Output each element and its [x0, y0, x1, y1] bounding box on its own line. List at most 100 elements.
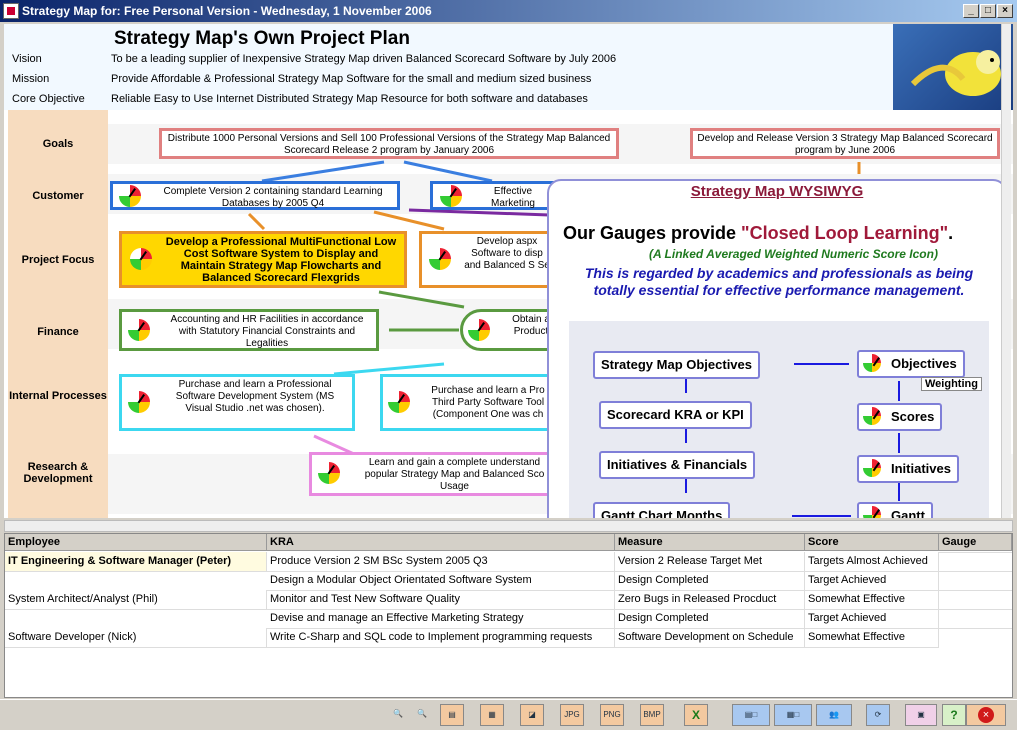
- loop-box-gauge-initiatives-label: Initiatives: [891, 461, 951, 476]
- objective-goal1[interactable]: Distribute 1000 Personal Versions and Se…: [159, 128, 619, 159]
- col-header-employee[interactable]: Employee: [5, 534, 267, 551]
- gauge-icon: [130, 248, 152, 270]
- loop-box-kra: Scorecard KRA or KPI: [599, 401, 752, 429]
- table-cell-score[interactable]: Target Achieved: [805, 609, 939, 629]
- help-button[interactable]: ?: [942, 704, 966, 726]
- strategy-map-canvas: Strategy Map's Own Project Plan Vision T…: [4, 24, 1013, 518]
- table-cell-kra[interactable]: Produce Version 2 SM BSc System 2005 Q3: [267, 552, 615, 572]
- refresh-icon[interactable]: ⟳: [866, 704, 890, 726]
- loop-box-gauge-gantt-label: Gantt: [891, 508, 925, 518]
- export-excel-icon[interactable]: X: [684, 704, 708, 726]
- gauge-icon: [863, 506, 881, 518]
- table-cell-kra[interactable]: Design a Modular Object Orientated Softw…: [267, 571, 615, 591]
- table-cell-score[interactable]: Somewhat Effective: [805, 628, 939, 648]
- wysiwyg-callout: Strategy Map WYSIWYG Our Gauges provide …: [547, 179, 1007, 518]
- canvas-scrollbar[interactable]: [1001, 24, 1011, 518]
- weighting-label: Weighting: [921, 377, 982, 391]
- table-cell-employee[interactable]: IT Engineering & Software Manager (Peter…: [5, 552, 267, 572]
- gauge-icon: [863, 407, 881, 425]
- objective-rd1-text: Learn and gain a complete understand pop…: [364, 457, 545, 492]
- layout-split-icon[interactable]: ▤□: [732, 704, 770, 726]
- arrow-pf1-cust1: [247, 212, 266, 231]
- objective-ip1[interactable]: Purchase and learn a Professional Softwa…: [119, 374, 355, 431]
- maximize-button[interactable]: □: [980, 4, 996, 18]
- table-cell-measure[interactable]: Version 2 Release Target Met: [615, 552, 805, 572]
- objective-fin1[interactable]: Accounting and HR Facilities in accordan…: [119, 309, 379, 351]
- loop-box-initiatives: Initiatives & Financials: [599, 451, 756, 479]
- gauge-icon: [388, 391, 410, 413]
- table-cell-gauge[interactable]: [939, 571, 1012, 572]
- gauge-icon: [863, 354, 881, 372]
- objective-cust2-text: Effective Marketing: [491, 186, 535, 209]
- close-button[interactable]: ×: [997, 4, 1013, 18]
- save-icon[interactable]: ▣: [905, 704, 937, 726]
- table-cell-measure[interactable]: Design Completed: [615, 571, 805, 591]
- table-cell-score[interactable]: Targets Almost Achieved: [805, 552, 939, 572]
- table-cell-employee[interactable]: Software Developer (Nick): [5, 628, 267, 648]
- arrow-pf2-cust1: [373, 210, 445, 231]
- table-cell-score[interactable]: Target Achieved: [805, 571, 939, 591]
- table-cell-employee[interactable]: [5, 609, 267, 610]
- loop-box-gauge-scores-label: Scores: [891, 409, 935, 424]
- objective-cust1-text: Complete Version 2 containing standard L…: [163, 186, 383, 209]
- window-title: Strategy Map for: Free Personal Version …: [22, 4, 432, 18]
- table-cell-gauge[interactable]: [939, 590, 1012, 591]
- app-icon: [3, 3, 19, 19]
- table-cell-gauge[interactable]: [939, 628, 1012, 629]
- gauge-icon: [119, 185, 141, 207]
- objective-fin2-text: Obtain a Product: [512, 314, 550, 337]
- objective-pf2-text: Develop aspx Software to disp and Balanc…: [464, 236, 550, 271]
- gauge-icon: [318, 462, 340, 484]
- objective-ip2-text: Purchase and learn a Pro Third Party Sof…: [431, 385, 545, 420]
- table-cell-score[interactable]: Somewhat Effective: [805, 590, 939, 610]
- table-cell-gauge[interactable]: [939, 552, 1012, 553]
- col-header-measure[interactable]: Measure: [615, 534, 805, 551]
- export-png-icon[interactable]: PNG: [600, 704, 624, 726]
- export-bmp-icon[interactable]: BMP: [640, 704, 664, 726]
- gauge-icon: [468, 319, 490, 341]
- objective-ip1-text: Purchase and learn a Professional Softwa…: [175, 379, 335, 414]
- table-cell-employee[interactable]: System Architect/Analyst (Phil): [5, 590, 267, 610]
- col-header-kra[interactable]: KRA: [267, 534, 615, 551]
- table-cell-kra[interactable]: Write C-Sharp and SQL code to Implement …: [267, 628, 615, 648]
- gauge-icon: [440, 185, 462, 207]
- objective-cust1[interactable]: Complete Version 2 containing standard L…: [110, 181, 400, 210]
- zoom-in-icon[interactable]: 🔍: [410, 704, 434, 726]
- print-icon[interactable]: ▤: [440, 704, 464, 726]
- gauge-icon: [128, 391, 150, 413]
- loop-box-objectives: Strategy Map Objectives: [593, 351, 760, 379]
- loop-box-gauge-objectives-label: Objectives: [891, 356, 957, 371]
- objective-pf1[interactable]: Develop a Professional MultiFunctional L…: [119, 231, 407, 288]
- zoom-out-icon[interactable]: 🔍: [386, 704, 410, 726]
- arrow-fin2-pf1: [378, 290, 465, 309]
- table-cell-gauge[interactable]: [939, 609, 1012, 610]
- export-jpg-icon[interactable]: JPG: [560, 704, 584, 726]
- table-cell-measure[interactable]: Software Development on Schedule: [615, 628, 805, 648]
- objective-rd1[interactable]: Learn and gain a complete understand pop…: [309, 452, 560, 496]
- gauge-icon: [429, 248, 451, 270]
- table-cell-employee[interactable]: [5, 571, 267, 572]
- title-bar: Strategy Map for: Free Personal Version …: [0, 0, 1017, 22]
- exit-icon[interactable]: ×: [966, 704, 1006, 726]
- objective-goal2[interactable]: Develop and Release Version 3 Strategy M…: [690, 128, 1000, 159]
- col-header-score[interactable]: Score: [805, 534, 939, 551]
- print-grid-icon[interactable]: ▦: [480, 704, 504, 726]
- objective-fin1-text: Accounting and HR Facilities in accordan…: [170, 314, 364, 349]
- table-cell-measure[interactable]: Design Completed: [615, 609, 805, 629]
- objective-pf1-text: Develop a Professional MultiFunctional L…: [165, 236, 397, 284]
- minimize-button[interactable]: _: [963, 4, 979, 18]
- horizontal-scrollbar[interactable]: [4, 520, 1013, 532]
- table-cell-kra[interactable]: Devise and manage an Effective Marketing…: [267, 609, 615, 629]
- table-cell-measure[interactable]: Zero Bugs in Released Procduct: [615, 590, 805, 610]
- gauge-icon: [863, 459, 881, 477]
- arrow-cust2-goal1: [403, 160, 493, 183]
- arrow-cust1-goal1: [261, 160, 385, 183]
- gauge-icon: [128, 319, 150, 341]
- layout-grid-icon[interactable]: ▦□: [774, 704, 812, 726]
- print-preview-icon[interactable]: ◪: [520, 704, 544, 726]
- bottom-toolbar: 🔍 🔍 ▤ ▦ ◪ JPG PNG BMP X ▤□ ▦□ 👥 ⟳ ▣ ? ×: [0, 699, 1017, 730]
- table-cell-kra[interactable]: Monitor and Test New Software Quality: [267, 590, 615, 610]
- col-header-gauge[interactable]: Gauge: [939, 534, 1012, 551]
- layout-people-icon[interactable]: 👥: [816, 704, 852, 726]
- arrow-ip-fin: [333, 362, 445, 376]
